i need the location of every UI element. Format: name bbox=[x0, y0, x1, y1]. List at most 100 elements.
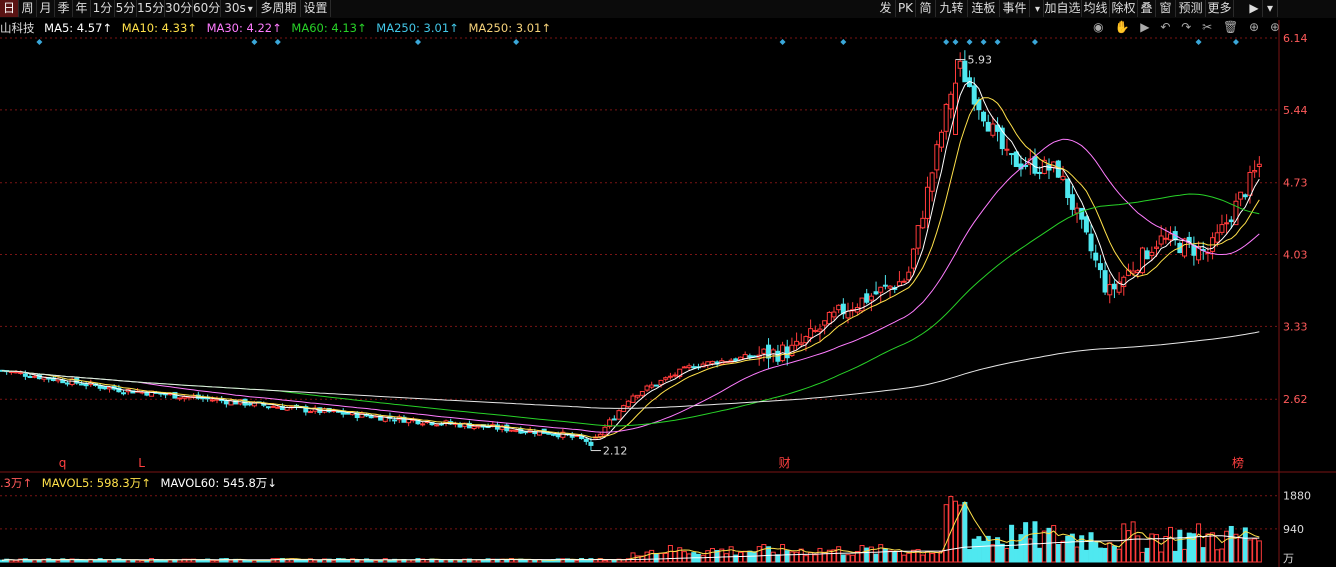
volume-bar bbox=[728, 546, 734, 563]
volume-bar bbox=[111, 559, 117, 563]
candle-body bbox=[368, 415, 374, 419]
volume-bar bbox=[812, 554, 818, 563]
volume-bar bbox=[1228, 525, 1234, 563]
candle-body bbox=[761, 348, 767, 354]
candle-body bbox=[1168, 233, 1174, 241]
volume-bar bbox=[1102, 547, 1108, 563]
volume-bar bbox=[962, 501, 968, 563]
volume-bar bbox=[1172, 550, 1178, 563]
volume-bar bbox=[981, 540, 987, 563]
candle-body bbox=[981, 111, 987, 122]
candle-body bbox=[1083, 216, 1089, 233]
candle-body bbox=[78, 383, 84, 386]
candle-body bbox=[644, 385, 650, 391]
candle-body bbox=[733, 358, 739, 362]
volume-bar bbox=[971, 538, 977, 563]
candle-body bbox=[1149, 251, 1155, 256]
volume-bar bbox=[1219, 548, 1225, 563]
volume-bar bbox=[242, 559, 248, 563]
volume-bar bbox=[789, 551, 795, 563]
candle-body bbox=[1224, 222, 1230, 225]
volume-bar bbox=[410, 559, 416, 563]
candle-body bbox=[1144, 250, 1150, 260]
volume-bar bbox=[1177, 529, 1183, 563]
candle-body bbox=[920, 217, 926, 229]
volume-bar bbox=[999, 543, 1005, 563]
marker-cai: 财 bbox=[779, 456, 791, 470]
volume-tick-label: 940 bbox=[1283, 523, 1304, 536]
event-diamond-icon bbox=[952, 39, 959, 45]
candle-body bbox=[392, 419, 398, 422]
candle-body bbox=[1074, 207, 1080, 214]
candle-body bbox=[471, 425, 477, 430]
volume-bar bbox=[1093, 541, 1099, 563]
marker-L: L bbox=[138, 456, 145, 470]
volume-bar bbox=[36, 559, 42, 563]
volume-bar bbox=[976, 536, 982, 563]
ma60-line bbox=[1, 193, 1260, 427]
volume-bar bbox=[709, 548, 715, 563]
volume-bar bbox=[438, 559, 444, 563]
candle-body bbox=[948, 93, 954, 110]
volume-bar bbox=[1205, 533, 1211, 563]
candle-body bbox=[144, 391, 150, 396]
candle-body bbox=[1009, 153, 1015, 156]
candle-body bbox=[420, 423, 426, 426]
volume-bar bbox=[237, 559, 243, 563]
candle-body bbox=[265, 406, 271, 409]
candle-body bbox=[275, 406, 281, 409]
price-tick-label: 6.14 bbox=[1283, 32, 1308, 45]
candle-body bbox=[938, 131, 944, 148]
volume-bar bbox=[929, 553, 935, 563]
candle-body bbox=[672, 374, 678, 377]
candle-body bbox=[181, 396, 187, 399]
candle-body bbox=[766, 344, 772, 359]
volume-bar bbox=[920, 554, 926, 563]
volume-bar bbox=[943, 504, 949, 563]
event-diamond-icon bbox=[840, 39, 847, 45]
candle-body bbox=[873, 291, 879, 295]
volume-bar bbox=[756, 546, 762, 563]
candle-body bbox=[64, 382, 70, 385]
price-tick-label: 4.73 bbox=[1283, 177, 1308, 190]
volume-bar bbox=[602, 560, 608, 563]
volume-bar bbox=[752, 551, 758, 563]
volume-bar bbox=[896, 551, 902, 563]
volume-bar bbox=[644, 551, 650, 563]
volume-bar bbox=[317, 559, 323, 563]
volume-bar bbox=[569, 559, 575, 563]
volume-bar bbox=[1144, 547, 1150, 563]
candle-body bbox=[307, 411, 313, 414]
volume-bar bbox=[513, 559, 519, 563]
candle-body bbox=[962, 60, 968, 83]
volume-bar bbox=[504, 559, 510, 563]
price-tick-label: 4.03 bbox=[1283, 249, 1308, 262]
volume-bar bbox=[653, 552, 659, 563]
volume-bar bbox=[667, 545, 673, 563]
event-diamond-icon bbox=[966, 39, 973, 45]
volume-bar bbox=[1009, 524, 1015, 563]
volume-bar bbox=[345, 560, 351, 563]
volume-bar bbox=[934, 551, 940, 563]
candle-body bbox=[845, 310, 851, 319]
volume-bar bbox=[775, 554, 781, 563]
candle-body bbox=[1111, 283, 1117, 290]
candle-body bbox=[635, 394, 641, 398]
volume-bar bbox=[1210, 532, 1216, 563]
candle-body bbox=[901, 280, 907, 283]
candle-body bbox=[1065, 178, 1071, 199]
candle-body bbox=[639, 390, 645, 396]
volume-bar bbox=[434, 559, 440, 563]
candle-body bbox=[1214, 232, 1220, 243]
candle-body bbox=[1256, 163, 1262, 168]
candle-body bbox=[653, 384, 659, 387]
ma10-line bbox=[1, 97, 1260, 438]
candle-body bbox=[97, 385, 103, 389]
candle-body bbox=[513, 429, 519, 432]
candle-body bbox=[794, 340, 800, 346]
candle-body bbox=[1097, 263, 1103, 271]
volume-bar bbox=[840, 554, 846, 563]
event-diamond-icon bbox=[779, 39, 786, 45]
candle-body bbox=[957, 60, 963, 69]
candle-body bbox=[625, 400, 631, 408]
